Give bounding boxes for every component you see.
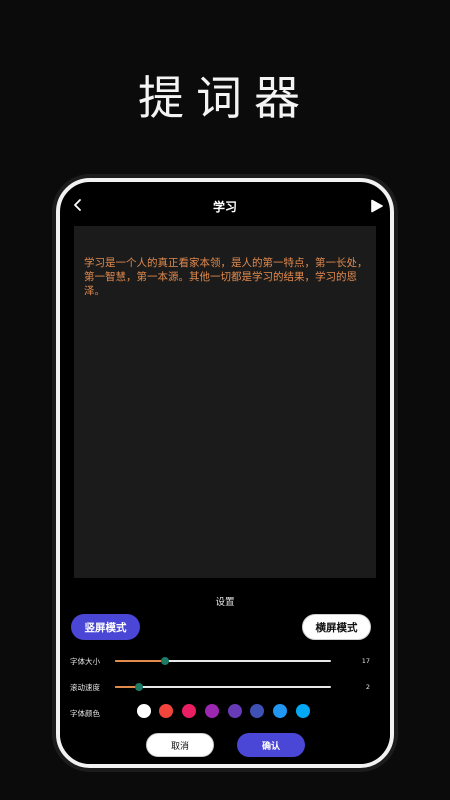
play-icon [371,199,383,213]
landscape-mode-button[interactable]: 横屏模式 [302,614,371,640]
portrait-mode-button[interactable]: 竖屏模式 [71,614,140,640]
phone-frame: 学习 学习是一个人的真正看家本领，是人的第一特点，第一长处，第一智慧，第一本源。… [56,178,394,768]
font-size-label: 字体大小 [70,657,100,666]
font-color-label: 字体颜色 [70,709,100,718]
color-swatch[interactable] [250,704,265,718]
scroll-speed-thumb[interactable] [134,683,143,691]
top-bar: 学习 [60,182,390,228]
script-text: 学习是一个人的真正看家本领，是人的第一特点，第一长处，第一智慧，第一本源。其他一… [84,257,368,297]
page-title: 学习 [212,200,237,214]
cancel-button[interactable]: 取消 [146,733,214,757]
play-button[interactable] [370,198,384,213]
teleprompter-area[interactable]: 学习是一个人的真正看家本领，是人的第一特点，第一长处，第一智慧，第一本源。其他一… [74,226,376,578]
font-size-fill [115,660,165,662]
color-swatch[interactable] [272,704,287,718]
color-swatch[interactable] [136,704,151,718]
color-swatch[interactable] [204,704,219,718]
settings-title: 设置 [215,597,235,608]
color-swatch[interactable] [114,704,128,718]
confirm-button[interactable]: 确认 [237,733,305,757]
settings-sheet: 设置 竖屏模式 横屏模式 字体大小 17 滚动速度 2 字体颜色 取消 确认 [60,578,390,764]
font-size-slider[interactable] [115,657,331,665]
scroll-speed-value: 2 [365,683,370,691]
font-size-value: 17 [361,657,370,665]
color-swatch[interactable] [182,704,197,718]
scroll-speed-label: 滚动速度 [70,683,100,692]
scroll-speed-slider[interactable] [115,683,331,691]
color-swatch[interactable] [159,704,174,718]
color-swatch[interactable] [295,704,310,718]
promo-title: 提词器 [138,71,312,125]
font-size-thumb[interactable] [160,657,169,665]
color-swatch[interactable] [227,704,242,718]
